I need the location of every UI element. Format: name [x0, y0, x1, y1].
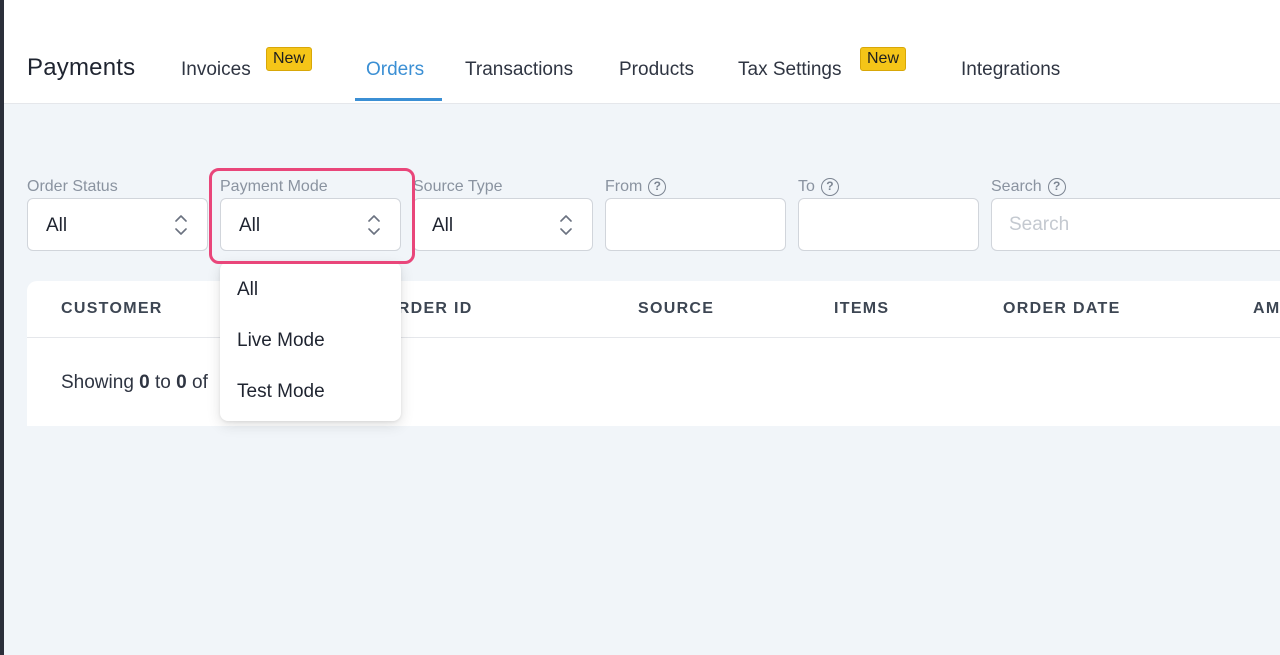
chevron-up-down-icon	[175, 215, 187, 235]
payment-mode-select[interactable]: All	[220, 198, 401, 251]
top-nav-bar: Payments Invoices New Orders Transaction…	[4, 0, 1280, 104]
source-type-value: All	[432, 215, 454, 236]
tab-tax-settings[interactable]: Tax Settings	[738, 59, 842, 81]
from-date-input[interactable]	[605, 198, 786, 251]
tab-transactions[interactable]: Transactions	[465, 59, 573, 81]
orders-table: CUSTOMER ORDER ID SOURCE ITEMS ORDER DAT…	[27, 281, 1280, 426]
payment-mode-label: Payment Mode	[220, 178, 328, 195]
source-type-label: Source Type	[413, 178, 503, 195]
dropdown-option-all[interactable]: All	[237, 279, 258, 301]
column-header-items[interactable]: ITEMS	[834, 300, 889, 318]
active-tab-indicator	[355, 98, 442, 101]
tab-products[interactable]: Products	[619, 59, 694, 81]
search-label: Search ?	[991, 178, 1066, 196]
payment-mode-dropdown-menu: All Live Mode Test Mode	[220, 262, 401, 421]
tab-orders[interactable]: Orders	[366, 59, 424, 81]
chevron-up-down-icon	[368, 215, 380, 235]
pagination-summary: Showing 0 to 0 of	[61, 372, 208, 393]
dropdown-option-test-mode[interactable]: Test Mode	[237, 381, 325, 403]
help-icon[interactable]: ?	[820, 178, 839, 196]
dropdown-option-live-mode[interactable]: Live Mode	[237, 330, 325, 352]
to-date-label: To ?	[798, 178, 839, 196]
search-input[interactable]	[991, 198, 1280, 251]
from-date-label: From ?	[605, 178, 667, 196]
order-status-select[interactable]: All	[27, 198, 208, 251]
app-title: Payments	[27, 54, 136, 81]
tab-invoices[interactable]: Invoices	[181, 59, 251, 81]
order-status-label: Order Status	[27, 178, 118, 195]
chevron-up-down-icon	[560, 215, 572, 235]
tab-integrations[interactable]: Integrations	[961, 59, 1060, 81]
help-icon[interactable]: ?	[648, 178, 667, 196]
source-type-select[interactable]: All	[413, 198, 593, 251]
new-badge-invoices: New	[266, 47, 313, 71]
column-header-customer[interactable]: CUSTOMER	[61, 300, 163, 318]
to-date-input[interactable]	[798, 198, 979, 251]
column-header-order-date[interactable]: ORDER DATE	[1003, 300, 1121, 318]
payment-mode-value: All	[239, 215, 261, 236]
table-header: CUSTOMER ORDER ID SOURCE ITEMS ORDER DAT…	[27, 281, 1280, 338]
new-badge-tax-settings: New	[860, 47, 907, 71]
help-icon[interactable]: ?	[1047, 178, 1066, 196]
column-header-source[interactable]: SOURCE	[638, 300, 714, 318]
order-status-value: All	[46, 215, 68, 236]
column-header-amount[interactable]: AM	[1253, 300, 1280, 318]
